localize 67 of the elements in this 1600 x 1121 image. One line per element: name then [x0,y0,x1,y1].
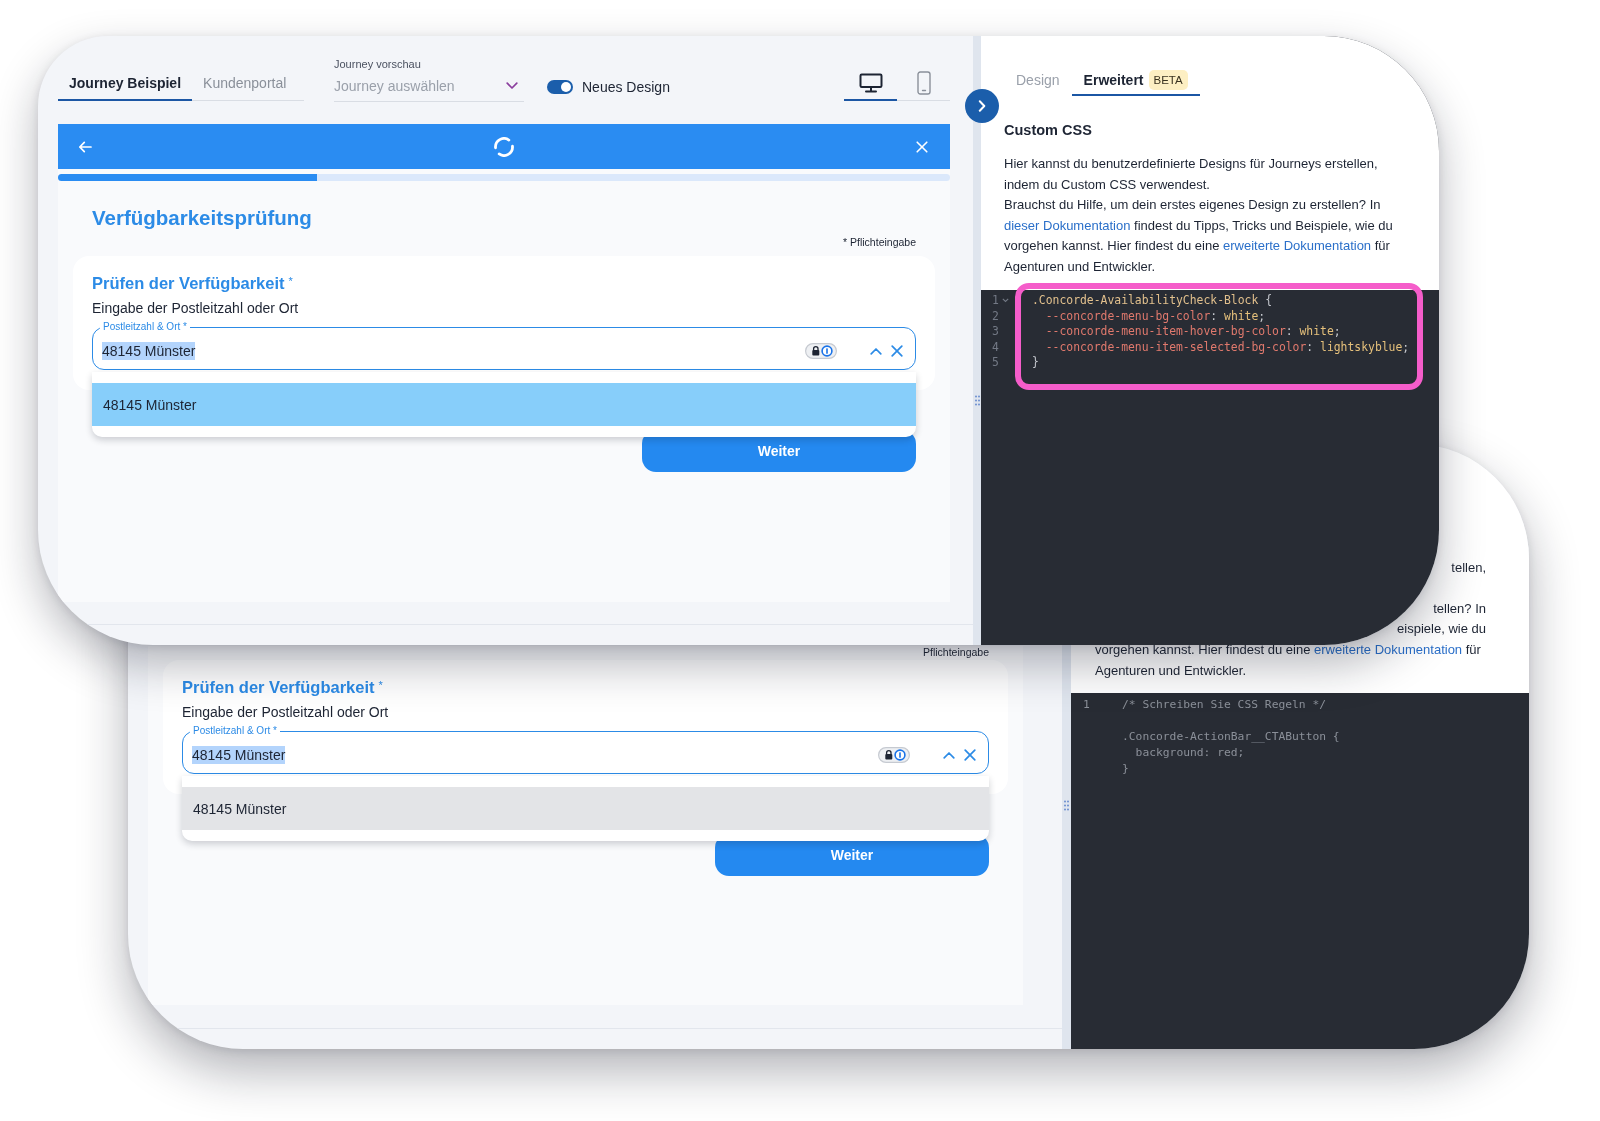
fold-caret-icon[interactable] [1001,298,1009,304]
drag-handle-icon[interactable] [1064,800,1069,811]
required-mark: * [288,275,293,287]
monitor-icon [858,72,883,93]
section-title: Prüfen der Verfügbarkeit [182,677,375,698]
description-text: eispiele, wie du [1397,620,1486,639]
tab[interactable]: Erweitert BETA [1071,66,1200,96]
section-heading: Custom CSS [1004,121,1092,140]
code-line: --concorde-menu-item-hover-bg-color: white; [1044,324,1342,340]
menu-option[interactable]: 48145 Münster [182,787,989,830]
chevron-up-icon[interactable] [870,347,882,355]
chevron-down-icon [506,82,518,90]
lock-badge-icon [878,747,910,763]
menu-option[interactable]: 48145 Münster [92,383,916,426]
code-line: --concorde-menu-bg-color: white; [1044,308,1267,324]
required-note: Pflichteingabe [923,646,989,658]
chevron-up-icon[interactable] [943,751,955,759]
description-text: Agenturen und Entwickler. [1095,661,1247,680]
field-label: Postleitzahl & Ort * [102,321,188,333]
location-field[interactable]: Postleitzahl & Ort * 48145 Münster [182,725,989,774]
clear-icon[interactable] [891,345,903,357]
tab[interactable]: Design [1004,66,1072,96]
field-description: Eingabe der Postleitzahl oder Ort [92,299,299,317]
code-editor[interactable]: 1 2 3 4 5 .Concorde-AvailabilityCheck-Block { --concorde-menu-bg-color: white; --concorde-menu-item-hover-bg-color: white; --concorde-menu-item-selected-bg-color: lightskyblue; } [981,290,1439,398]
code-editor[interactable]: 1 /* Schreiben Sie CSS Regeln */ .Concorde-ActionBar__CTAButton { background: red; } [1071,693,1529,1049]
drag-handle-icon[interactable] [974,395,980,406]
line-number: 4 [992,339,999,355]
tab[interactable]: Kundenportal [192,66,304,101]
beta-badge: BETA [1148,70,1188,90]
field-value: 48145 Münster [102,342,196,360]
select-label: Journey vorschau [334,57,421,71]
page-title: Verfügbarkeitsprüfung [92,205,312,231]
lock-badge-icon [805,343,837,359]
close-icon[interactable] [916,140,928,153]
clear-icon[interactable] [964,749,976,761]
code-line: .Concorde-AvailabilityCheck-Block { [1032,293,1274,309]
collapse-button[interactable] [965,89,999,123]
logo-icon [494,136,514,157]
doc-link[interactable]: dieser Dokumentation [1004,217,1131,233]
line-number: 1 [992,293,999,309]
line-number: 5 [992,355,999,371]
required-note: * Pflichteingabe [843,235,916,249]
toggle-switch[interactable] [547,80,573,94]
description-text: Hier kannst du benutzerdefinierte Designs für Journeys erstellen, indem du Custom CSS verwendest. [1004,155,1379,194]
description-text: tellen, [1451,558,1486,577]
line-number: 1 [1083,697,1090,713]
location-field[interactable]: Postleitzahl & Ort * 48145 Münster [92,321,916,370]
field-description: Eingabe der Postleitzahl oder Ort [182,703,389,721]
chevron-right-icon [978,100,986,112]
section-title: Prüfen der Verfügbarkeit [92,273,285,294]
doc-link[interactable]: erweiterte Dokumentation [1313,642,1463,658]
journey-select[interactable]: Journey auswählen [334,71,524,102]
code-text: /* Schreiben Sie CSS Regeln */ .Concorde-ActionBar__CTAButton { background: red; } [1122,697,1340,777]
required-mark: * [378,679,383,691]
back-arrow-icon[interactable] [78,140,92,153]
tab[interactable]: Journey Beispiel [58,66,193,101]
description-text: tellen? In [1433,599,1486,618]
line-number: 3 [992,324,999,340]
field-value: 48145 Münster [192,746,286,764]
description-text: Brauchst du Hilfe, um dein erstes eigenes Design zu erstellen? In dieser Dokumentation findest du Tipps, Tricks und Beispiele, wie du vorgehen kannst. Hier findest du eine erweiterte Dokumentation für Agenturen und Entwickler. [1004,196,1394,276]
toggle-label: Neues Design [582,78,670,96]
line-number: 2 [992,308,999,324]
phone-icon [916,71,931,95]
field-label: Postleitzahl & Ort * [192,725,278,737]
code-line: } [1032,355,1040,371]
doc-link[interactable]: erweiterte Dokumentation [1222,238,1372,254]
code-line: --concorde-menu-item-selected-bg-color: lightskyblue; [1044,339,1411,355]
